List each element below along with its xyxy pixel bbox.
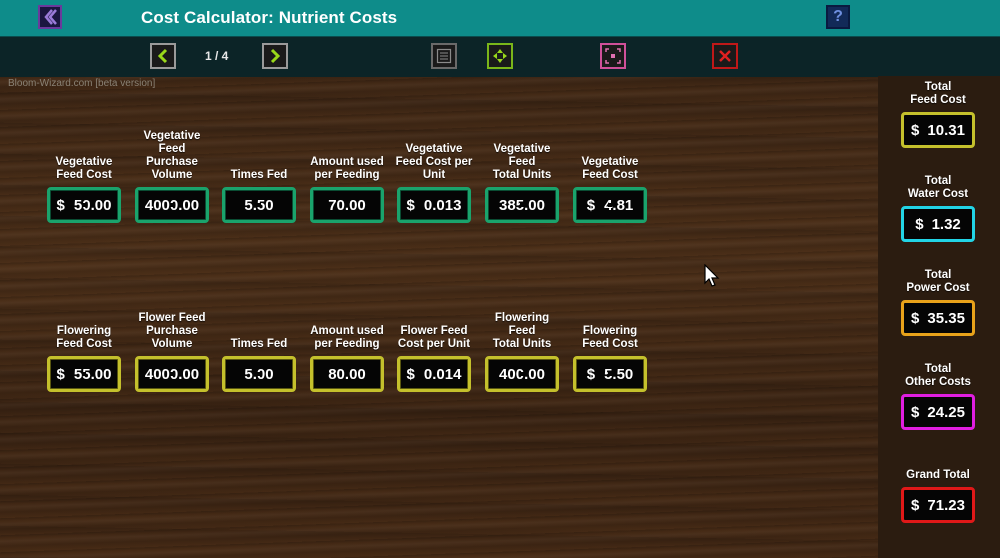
close-button[interactable] xyxy=(712,43,738,69)
flowering-value-2[interactable]: 4000.00 xyxy=(135,356,209,392)
value-text: 5.50 xyxy=(604,365,634,383)
compress-button[interactable] xyxy=(600,43,626,69)
vegetative-label-4: Amount used per Feeding xyxy=(310,156,384,181)
vegetative-value-3[interactable]: 5.50 xyxy=(222,187,296,223)
flowering-label-3: Times Fed xyxy=(230,338,288,350)
total-value-4[interactable]: $24.25 xyxy=(901,394,975,430)
currency-symbol: $ xyxy=(911,403,920,421)
value-text: 385.00 xyxy=(499,196,545,214)
vegetative-label-3: Times Fed xyxy=(230,169,288,181)
vegetative-label-7: Vegetative Feed Cost xyxy=(581,156,639,181)
list-button[interactable] xyxy=(431,43,457,69)
value-text: 0.013 xyxy=(423,196,462,214)
total-value-2[interactable]: $1.32 xyxy=(901,206,975,242)
vegetative-value-5[interactable]: $0.013 xyxy=(397,187,471,223)
value-text: 24.25 xyxy=(927,403,965,421)
vegetative-value-2[interactable]: 4000.00 xyxy=(135,187,209,223)
flowering-value-7[interactable]: $5.50 xyxy=(573,356,647,392)
watermark: Bloom-Wizard.com [beta version] xyxy=(8,78,156,89)
vegetative-value-4[interactable]: 70.00 xyxy=(310,187,384,223)
flowering-value-3[interactable]: 5.00 xyxy=(222,356,296,392)
flowering-value-6[interactable]: 400.00 xyxy=(485,356,559,392)
help-button[interactable]: ? xyxy=(826,5,850,29)
chevron-left-icon xyxy=(44,9,57,25)
flowering-value-4[interactable]: 80.00 xyxy=(310,356,384,392)
flowering-label-7: Flowering Feed Cost xyxy=(582,325,638,350)
vegetative-value-6[interactable]: 385.00 xyxy=(485,187,559,223)
total-label-2: Total Water Cost xyxy=(907,175,969,200)
flowering-label-4: Amount used per Feeding xyxy=(310,325,384,350)
value-text: 55.00 xyxy=(73,365,112,383)
currency-symbol: $ xyxy=(56,365,65,383)
expand-icon xyxy=(493,49,507,63)
value-text: 10.31 xyxy=(927,121,965,139)
currency-symbol: $ xyxy=(406,196,415,214)
value-text: 400.00 xyxy=(499,365,545,383)
expand-button[interactable] xyxy=(487,43,513,69)
currency-symbol: $ xyxy=(406,365,415,383)
currency-symbol: $ xyxy=(586,365,596,383)
value-text: 5.00 xyxy=(244,365,274,383)
flowering-label-5: Flower Feed Cost per Unit xyxy=(397,325,471,350)
back-button[interactable] xyxy=(38,5,62,29)
value-text: 80.00 xyxy=(328,365,366,383)
prev-arrow-icon xyxy=(157,48,168,64)
help-icon: ? xyxy=(833,8,843,25)
currency-symbol: $ xyxy=(911,309,920,327)
currency-symbol: $ xyxy=(911,121,920,139)
flowering-value-1[interactable]: $55.00 xyxy=(47,356,121,392)
mouse-cursor-icon xyxy=(704,264,720,287)
total-value-1[interactable]: $10.31 xyxy=(901,112,975,148)
value-text: 5.50 xyxy=(244,196,274,214)
flowering-label-1: Flowering Feed Cost xyxy=(56,325,112,350)
flowering-label-6: Flowering Feed Total Units xyxy=(492,312,552,350)
vegetative-label-5: Vegetative Feed Cost per Unit xyxy=(395,143,473,181)
value-text: 4000.00 xyxy=(144,196,200,214)
value-text: 4.81 xyxy=(604,196,634,214)
compress-icon xyxy=(605,48,621,64)
currency-symbol: $ xyxy=(56,196,65,214)
value-text: 4000.00 xyxy=(144,365,200,383)
page-title: Cost Calculator: Nutrient Costs xyxy=(141,8,398,27)
value-text: 1.32 xyxy=(931,215,961,233)
close-x-icon xyxy=(719,50,731,62)
total-label-3: Total Power Cost xyxy=(906,269,970,294)
list-icon xyxy=(436,48,452,64)
vegetative-value-1[interactable]: $50.00 xyxy=(47,187,121,223)
total-label-4: Total Other Costs xyxy=(905,363,971,388)
value-text: 0.014 xyxy=(423,365,462,383)
value-text: 35.35 xyxy=(927,309,965,327)
vegetative-label-2: Vegetative Feed Purchase Volume xyxy=(143,130,201,181)
currency-symbol: $ xyxy=(911,496,920,514)
flowering-label-2: Flower Feed Purchase Volume xyxy=(138,312,206,350)
vegetative-label-1: Vegetative Feed Cost xyxy=(55,156,113,181)
total-label-1: Total Feed Cost xyxy=(910,81,966,106)
total-value-3[interactable]: $35.35 xyxy=(901,300,975,336)
flowering-value-5[interactable]: $0.014 xyxy=(397,356,471,392)
vegetative-value-7[interactable]: $4.81 xyxy=(573,187,647,223)
page-indicator: 1 / 4 xyxy=(205,49,229,63)
vegetative-label-6: Vegetative Feed Total Units xyxy=(492,143,552,181)
currency-symbol: $ xyxy=(586,196,596,214)
total-value-5[interactable]: $71.23 xyxy=(901,487,975,523)
currency-symbol: $ xyxy=(915,215,924,233)
next-page-button[interactable] xyxy=(262,43,288,69)
next-arrow-icon xyxy=(270,48,281,64)
value-text: 70.00 xyxy=(328,196,366,214)
total-label-5: Grand Total xyxy=(906,469,970,481)
value-text: 50.00 xyxy=(73,196,112,214)
prev-page-button[interactable] xyxy=(150,43,176,69)
value-text: 71.23 xyxy=(927,496,965,514)
